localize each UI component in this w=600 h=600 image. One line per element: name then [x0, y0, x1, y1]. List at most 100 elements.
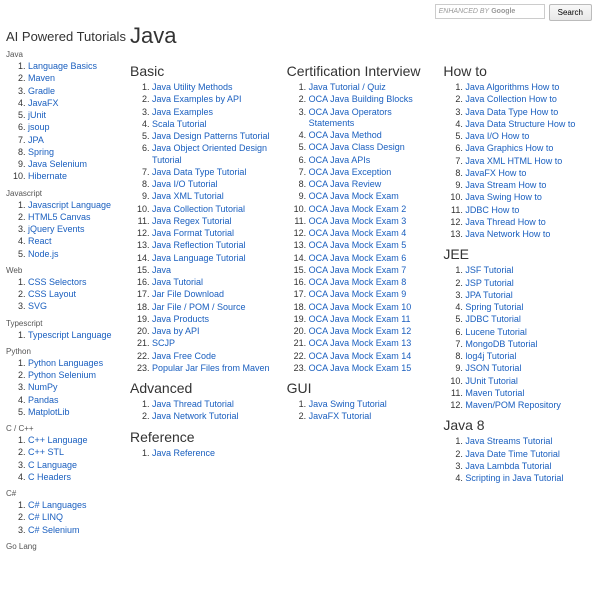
sidebar-link[interactable]: CSS Layout	[28, 289, 76, 299]
content-link[interactable]: OCA Java Mock Exam 14	[309, 351, 412, 361]
content-link[interactable]: Java XML Tutorial	[152, 191, 224, 201]
sidebar-link[interactable]: JPA	[28, 135, 44, 145]
content-link[interactable]: Java Format Tutorial	[152, 228, 234, 238]
content-link[interactable]: OCA Java Mock Exam 6	[309, 253, 407, 263]
content-link[interactable]: Java by API	[152, 326, 200, 336]
content-link[interactable]: OCA Java Mock Exam 9	[309, 289, 407, 299]
content-link[interactable]: Java Thread Tutorial	[152, 399, 234, 409]
sidebar-link[interactable]: Java Selenium	[28, 159, 87, 169]
content-link[interactable]: Java Collection Tutorial	[152, 204, 245, 214]
content-link[interactable]: JUnit Tutorial	[465, 376, 518, 386]
content-link[interactable]: Java Algorithms How to	[465, 82, 559, 92]
content-link[interactable]: JDBC How to	[465, 205, 519, 215]
content-link[interactable]: MongoDB Tutorial	[465, 339, 537, 349]
content-link[interactable]: Popular Jar Files from Maven	[152, 363, 270, 373]
content-link[interactable]: OCA Java Building Blocks	[309, 94, 413, 104]
sidebar-link[interactable]: Typescript Language	[28, 330, 112, 340]
content-link[interactable]: Java Network How to	[465, 229, 550, 239]
sidebar-link[interactable]: NumPy	[28, 382, 58, 392]
content-link[interactable]: Java Utility Methods	[152, 82, 233, 92]
content-link[interactable]: OCA Java Mock Exam 4	[309, 228, 407, 238]
sidebar-link[interactable]: C# Selenium	[28, 525, 80, 535]
sidebar-link[interactable]: Javascript Language	[28, 200, 111, 210]
sidebar-link[interactable]: Language Basics	[28, 61, 97, 71]
content-link[interactable]: Java Examples	[152, 107, 213, 117]
content-link[interactable]: Java Reference	[152, 448, 215, 458]
search-button[interactable]: Search	[549, 4, 592, 21]
sidebar-link[interactable]: Maven	[28, 73, 55, 83]
sidebar-link[interactable]: C Language	[28, 460, 77, 470]
content-link[interactable]: Java Network Tutorial	[152, 411, 239, 421]
content-link[interactable]: Java I/O How to	[465, 131, 529, 141]
sidebar-link[interactable]: jUnit	[28, 110, 46, 120]
content-link[interactable]: OCA Java Mock Exam 2	[309, 204, 407, 214]
content-link[interactable]: JSON Tutorial	[465, 363, 521, 373]
sidebar-link[interactable]: CSS Selectors	[28, 277, 87, 287]
sidebar-link[interactable]: C# Languages	[28, 500, 87, 510]
content-link[interactable]: Java Design Patterns Tutorial	[152, 131, 270, 141]
sidebar-link[interactable]: Node.js	[28, 249, 59, 259]
sidebar-link[interactable]: C++ STL	[28, 447, 64, 457]
content-link[interactable]: OCA Java APIs	[309, 155, 371, 165]
content-link[interactable]: OCA Java Mock Exam 13	[309, 338, 412, 348]
content-link[interactable]: OCA Java Operators Statements	[309, 107, 392, 128]
content-link[interactable]: OCA Java Mock Exam 5	[309, 240, 407, 250]
content-link[interactable]: JavaFX Tutorial	[309, 411, 372, 421]
content-link[interactable]: Java	[152, 265, 171, 275]
content-link[interactable]: OCA Java Mock Exam 11	[309, 314, 411, 324]
content-link[interactable]: OCA Java Exception	[309, 167, 392, 177]
content-link[interactable]: OCA Java Review	[309, 179, 382, 189]
content-link[interactable]: Java Free Code	[152, 351, 216, 361]
content-link[interactable]: JPA Tutorial	[465, 290, 512, 300]
content-link[interactable]: Java Graphics How to	[465, 143, 553, 153]
content-link[interactable]: Java Examples by API	[152, 94, 242, 104]
content-link[interactable]: Java Language Tutorial	[152, 253, 246, 263]
content-link[interactable]: Java Data Structure How to	[465, 119, 575, 129]
search-input[interactable]: ENHANCED BY Google	[435, 4, 545, 19]
content-link[interactable]: Java Date Time Tutorial	[465, 449, 560, 459]
content-link[interactable]: OCA Java Mock Exam 8	[309, 277, 407, 287]
content-link[interactable]: OCA Java Mock Exam 15	[309, 363, 412, 373]
content-link[interactable]: Java Collection How to	[465, 94, 557, 104]
content-link[interactable]: Java Thread How to	[465, 217, 545, 227]
sidebar-link[interactable]: React	[28, 236, 52, 246]
sidebar-link[interactable]: jsoup	[28, 122, 50, 132]
sidebar-link[interactable]: JavaFX	[28, 98, 59, 108]
content-link[interactable]: OCA Java Mock Exam 12	[309, 326, 412, 336]
sidebar-link[interactable]: MatplotLib	[28, 407, 70, 417]
content-link[interactable]: Java Object Oriented Design Tutorial	[152, 143, 267, 164]
content-link[interactable]: Spring Tutorial	[465, 302, 523, 312]
sidebar-link[interactable]: HTML5 Canvas	[28, 212, 91, 222]
sidebar-link[interactable]: Gradle	[28, 86, 55, 96]
sidebar-link[interactable]: C# LINQ	[28, 512, 63, 522]
content-link[interactable]: OCA Java Mock Exam	[309, 191, 399, 201]
content-link[interactable]: Jar File Download	[152, 289, 224, 299]
content-link[interactable]: Java Products	[152, 314, 209, 324]
content-link[interactable]: SCJP	[152, 338, 175, 348]
sidebar-link[interactable]: SVG	[28, 301, 47, 311]
content-link[interactable]: Java Tutorial / Quiz	[309, 82, 386, 92]
content-link[interactable]: Maven Tutorial	[465, 388, 524, 398]
content-link[interactable]: OCA Java Mock Exam 10	[309, 302, 412, 312]
content-link[interactable]: Java Streams Tutorial	[465, 436, 552, 446]
content-link[interactable]: Java Tutorial	[152, 277, 203, 287]
content-link[interactable]: Scripting in Java Tutorial	[465, 473, 563, 483]
content-link[interactable]: Java Stream How to	[465, 180, 546, 190]
sidebar-link[interactable]: C Headers	[28, 472, 71, 482]
content-link[interactable]: Java Data Type Tutorial	[152, 167, 246, 177]
content-link[interactable]: Java Lambda Tutorial	[465, 461, 551, 471]
content-link[interactable]: JavaFX How to	[465, 168, 526, 178]
content-link[interactable]: JSF Tutorial	[465, 265, 513, 275]
sidebar-link[interactable]: Python Selenium	[28, 370, 96, 380]
content-link[interactable]: OCA Java Method	[309, 130, 382, 140]
sidebar-link[interactable]: Hibernate	[28, 171, 67, 181]
content-link[interactable]: OCA Java Mock Exam 3	[309, 216, 407, 226]
content-link[interactable]: JSP Tutorial	[465, 278, 513, 288]
content-link[interactable]: Lucene Tutorial	[465, 327, 527, 337]
content-link[interactable]: OCA Java Class Design	[309, 142, 405, 152]
sidebar-link[interactable]: Python Languages	[28, 358, 103, 368]
sidebar-link[interactable]: Spring	[28, 147, 54, 157]
content-link[interactable]: Java Swing Tutorial	[309, 399, 387, 409]
content-link[interactable]: JDBC Tutorial	[465, 314, 521, 324]
content-link[interactable]: Java I/O Tutorial	[152, 179, 218, 189]
